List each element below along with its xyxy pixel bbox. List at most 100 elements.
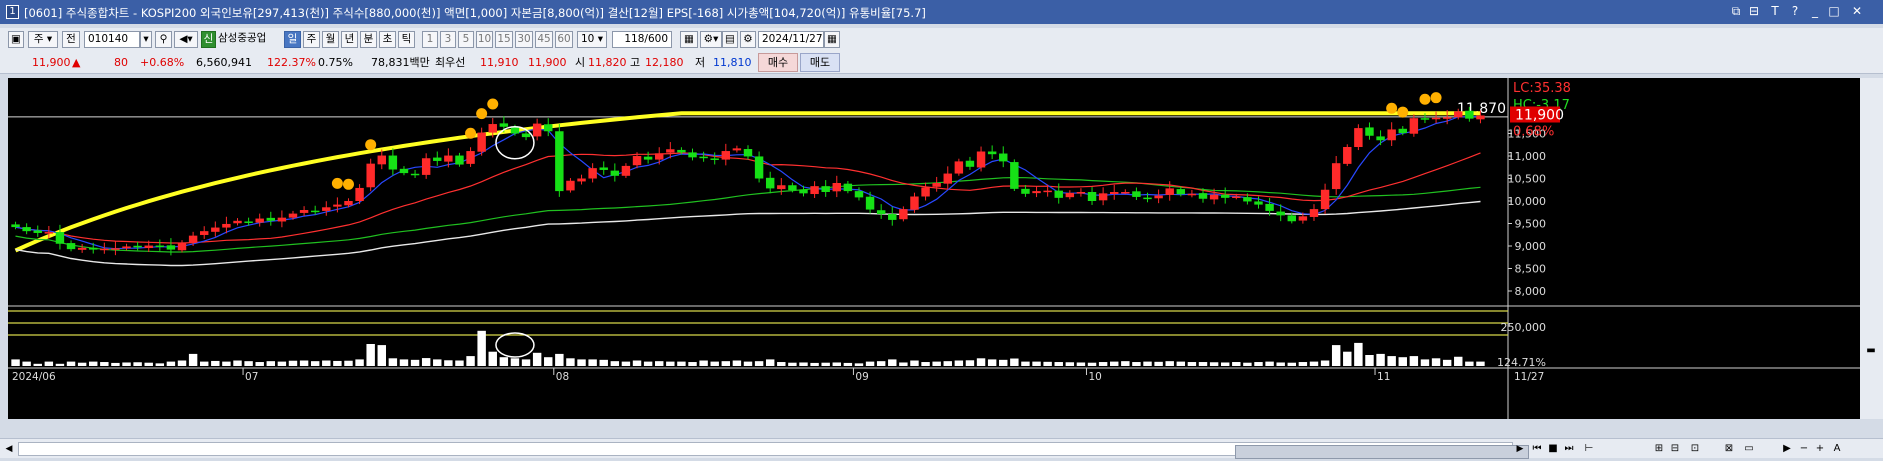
- close-icon[interactable]: ✕: [1848, 4, 1866, 19]
- volume-bar: [1454, 356, 1463, 366]
- volume-bar: [1098, 362, 1108, 366]
- volume-bar: [122, 362, 131, 366]
- sell-button[interactable]: 매도: [800, 53, 840, 72]
- candle-body: [155, 245, 165, 248]
- date-input[interactable]: 2024/11/27: [758, 31, 824, 48]
- maximize-icon[interactable]: □: [1825, 4, 1843, 19]
- volume-bar: [399, 359, 409, 366]
- count-select[interactable]: 10 ▾: [577, 31, 607, 48]
- scroll-thumb[interactable]: [1235, 445, 1529, 459]
- price-tick-label: 8,000: [1515, 285, 1547, 298]
- period-second[interactable]: 초: [379, 31, 396, 48]
- settings-dropdown-icon[interactable]: ⚙▾: [700, 31, 722, 48]
- volume-bar: [632, 360, 642, 366]
- candle-body: [777, 185, 786, 190]
- candle-body: [333, 204, 342, 207]
- first-icon[interactable]: ⏮: [1530, 442, 1544, 456]
- save-icon[interactable]: ▤: [722, 31, 738, 48]
- minute-1[interactable]: 1: [422, 31, 438, 48]
- tile-icon[interactable]: ⊟: [1745, 4, 1763, 19]
- volume-bar: [444, 360, 453, 366]
- collapse-icon[interactable]: ▬: [1864, 344, 1878, 358]
- volume-bar: [1220, 362, 1230, 366]
- prev-code-button[interactable]: 전: [62, 31, 80, 48]
- volume-bar: [599, 359, 608, 366]
- candle-body: [610, 170, 620, 176]
- search-icon[interactable]: ⚲: [155, 31, 172, 48]
- month-label: 08: [556, 371, 569, 383]
- candle-body: [399, 168, 409, 174]
- restore-icon[interactable]: ⧉: [1727, 4, 1745, 19]
- minus-icon[interactable]: −: [1797, 442, 1811, 456]
- period-month[interactable]: 월: [322, 31, 339, 48]
- calendar-icon[interactable]: ▦: [824, 31, 840, 48]
- volume-bar: [1398, 357, 1407, 366]
- volume-bar: [544, 357, 553, 366]
- scroll-left-icon[interactable]: ◀: [2, 442, 16, 456]
- plus-icon[interactable]: +: [1813, 442, 1827, 456]
- volume-bar: [777, 362, 786, 366]
- minimize-icon[interactable]: _: [1806, 4, 1824, 19]
- scroll-right-icon[interactable]: ▶: [1513, 442, 1527, 456]
- candle-body: [55, 232, 65, 244]
- zoom-reset-icon[interactable]: ⊡: [1688, 442, 1702, 456]
- help-icon[interactable]: ?: [1786, 4, 1804, 19]
- volume-ratio: 122.37%: [267, 56, 316, 69]
- candle-body: [832, 183, 841, 192]
- volume-bar: [921, 362, 930, 366]
- volume-tick-label: 250,000: [1501, 321, 1547, 334]
- period-year[interactable]: 년: [341, 31, 358, 48]
- code-dropdown-icon[interactable]: ▾: [140, 31, 152, 48]
- range-display: 118/600: [612, 31, 672, 48]
- window-icon[interactable]: ▭: [1742, 442, 1756, 456]
- volume-bar: [1431, 358, 1441, 366]
- candle-body: [510, 127, 520, 134]
- candle-body: [1232, 196, 1241, 198]
- font-icon[interactable]: T: [1766, 4, 1784, 19]
- scroll-track[interactable]: [18, 442, 1529, 459]
- volume-bar: [410, 359, 420, 366]
- stock-code-input[interactable]: 010140: [84, 31, 140, 48]
- period-week[interactable]: 주: [303, 31, 320, 48]
- candle-body: [122, 246, 131, 249]
- gear-icon[interactable]: ⚙: [740, 31, 756, 48]
- period-minute[interactable]: 분: [360, 31, 377, 48]
- ma120-line: [15, 200, 1481, 267]
- speaker-icon[interactable]: ◀▾: [174, 31, 198, 48]
- volume-bar: [1054, 362, 1063, 366]
- link-icon[interactable]: ⊞: [1652, 442, 1666, 456]
- last-icon[interactable]: ⏭: [1562, 442, 1576, 456]
- quote-bar: 11,900 ▲ 80 +0.68% 6,560,941 122.37% 0.7…: [0, 52, 1883, 74]
- stop-icon[interactable]: ■: [1546, 442, 1560, 456]
- period-tick[interactable]: 틱: [398, 31, 415, 48]
- ruler-icon[interactable]: ⊢: [1582, 442, 1596, 456]
- play-icon[interactable]: ▶: [1780, 442, 1794, 456]
- font-up-icon[interactable]: A: [1830, 442, 1844, 456]
- stock-chart[interactable]: 11,870 11,500 11,000 10,500 10,000 9,500 9,000…: [8, 78, 1860, 419]
- minute-5[interactable]: 5: [458, 31, 474, 48]
- new-listing-badge: 신: [201, 31, 216, 48]
- buy-button[interactable]: 매수: [758, 53, 798, 72]
- candle-body: [177, 242, 187, 251]
- volume-bar: [1176, 361, 1186, 366]
- market-select[interactable]: 주 ▾: [28, 31, 58, 48]
- minute-10[interactable]: 10: [476, 31, 493, 48]
- candle-body: [299, 210, 309, 213]
- compare-icon[interactable]: ⊟: [1668, 442, 1682, 456]
- candle-body: [11, 224, 20, 228]
- minute-45[interactable]: 45: [535, 31, 553, 48]
- minute-15[interactable]: 15: [495, 31, 513, 48]
- period-day[interactable]: 일: [284, 31, 301, 48]
- grid-icon[interactable]: ▦: [680, 31, 698, 48]
- signal-marker: [342, 178, 354, 190]
- minute-30[interactable]: 30: [515, 31, 533, 48]
- window-menu-icon[interactable]: ▣: [8, 31, 24, 48]
- volume-bar: [788, 362, 797, 366]
- candle-body: [466, 151, 475, 164]
- minute-60[interactable]: 60: [555, 31, 573, 48]
- zoom-fit-icon[interactable]: ⊠: [1722, 442, 1736, 456]
- volume-bar: [1043, 361, 1052, 366]
- volume-bar: [588, 359, 597, 366]
- minute-3[interactable]: 3: [440, 31, 456, 48]
- chart-scrollbar[interactable]: ◀ ▶ ⏮ ■ ⏭ ⊢ ⊞ ⊟ ⊡ ⊠ ▭ ▶ − + A: [0, 438, 1883, 459]
